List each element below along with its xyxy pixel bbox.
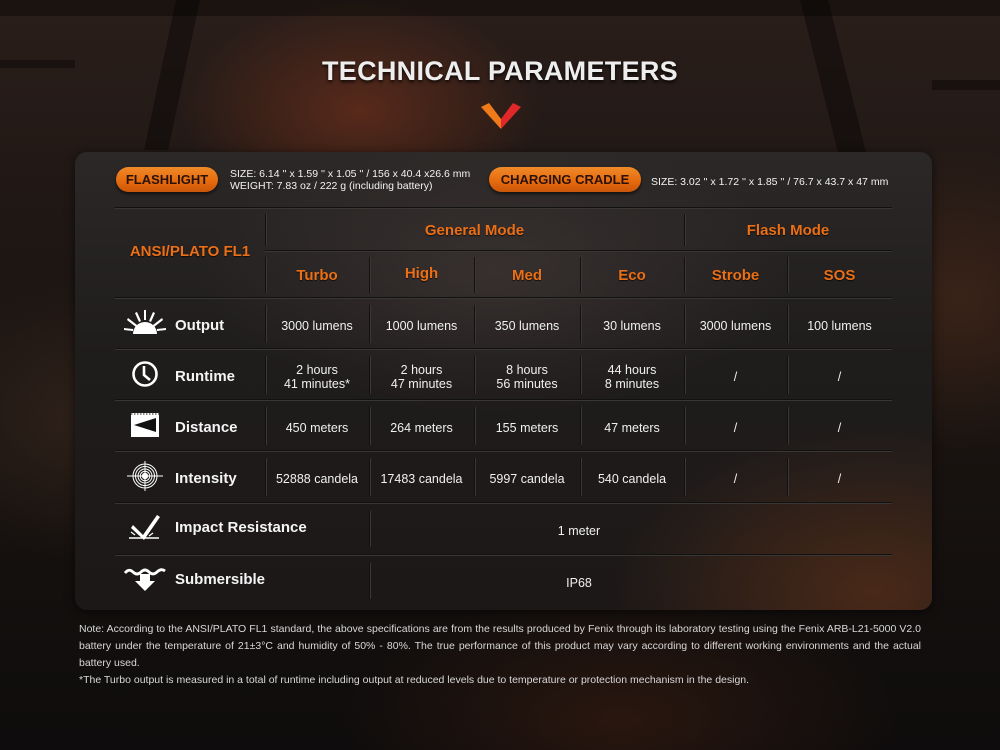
sun-rays-icon <box>123 308 167 338</box>
table-cell: 30 lumens <box>580 319 684 333</box>
clock-icon <box>123 359 167 389</box>
chevron-down-icon <box>481 103 521 129</box>
table-cell: 8 hours 56 minutes <box>474 363 580 391</box>
table-cell: 1000 lumens <box>369 319 474 333</box>
divider <box>115 502 892 504</box>
beam-distance-icon <box>123 410 167 440</box>
table-cell: / <box>684 421 787 435</box>
table-cell: 52888 candela <box>265 472 369 486</box>
cell-line: 540 candela <box>597 472 667 486</box>
cell-line: 3000 lumens <box>699 319 772 333</box>
cell-line: 5997 candela <box>489 472 565 486</box>
divider <box>115 207 892 209</box>
divider <box>265 250 892 252</box>
mode-header-sos: SOS <box>823 267 856 284</box>
cell-line: 8 hours <box>506 363 548 377</box>
cell-line: 350 lumens <box>494 319 560 333</box>
table-cell: 2 hours 47 minutes <box>369 363 474 391</box>
divider <box>115 297 892 299</box>
table-cell: / <box>787 421 892 435</box>
cell-line: / <box>733 370 738 384</box>
cell-line: 52888 candela <box>275 472 359 486</box>
divider <box>115 348 892 350</box>
row-label-distance: Distance <box>175 419 238 436</box>
table-cell-span: 1 meter <box>557 524 601 538</box>
cell-line: 100 lumens <box>807 319 872 333</box>
group-general-mode: General Mode <box>424 222 525 239</box>
table-cell: 450 meters <box>265 421 369 435</box>
table-cell: 540 candela <box>580 472 684 486</box>
row-label-submersible: Submersible <box>175 571 266 588</box>
row-label-runtime: Runtime <box>175 368 235 385</box>
cradle-size: SIZE: 3.02 '' x 1.72 '' x 1.85 '' / 76.7… <box>651 176 889 188</box>
cell-line: 155 meters <box>495 421 559 435</box>
page-title: TECHNICAL PARAMETERS <box>321 56 678 86</box>
divider <box>115 554 892 556</box>
mode-header-high: High <box>404 265 439 282</box>
cell-line: 264 meters <box>390 421 453 435</box>
table-cell: 155 meters <box>474 421 580 435</box>
flashlight-size: SIZE: 6.14 '' x 1.59 '' x 1.05 '' / 156 … <box>230 168 471 180</box>
cell-line: 8 minutes <box>604 377 660 391</box>
cell-line: 3000 lumens <box>281 319 353 333</box>
table-cell: / <box>684 472 787 486</box>
table-cell: / <box>684 370 787 384</box>
flashlight-badge: FLASHLIGHT <box>116 167 218 192</box>
table-cell: 3000 lumens <box>265 319 369 333</box>
table-cell: / <box>787 370 892 384</box>
cell-line: / <box>837 370 842 384</box>
note-text: Note: According to the ANSI/PLATO FL1 st… <box>79 623 921 669</box>
cell-line: 30 lumens <box>603 319 661 333</box>
turbo-footnote: *The Turbo output is measured in a total… <box>79 674 750 686</box>
mode-header-med: Med <box>512 267 542 284</box>
table-cell: 47 meters <box>580 421 684 435</box>
mode-header-turbo: Turbo <box>296 267 338 284</box>
cell-line: / <box>837 472 842 486</box>
cell-line: / <box>837 421 842 435</box>
charging-cradle-badge: CHARGING CRADLE <box>489 167 641 192</box>
cell-line: 2 hours <box>296 363 338 377</box>
mode-header-strobe: Strobe <box>711 267 760 284</box>
impact-check-icon <box>123 511 167 541</box>
table-cell: 44 hours 8 minutes <box>580 363 684 391</box>
cell-line: 1000 lumens <box>385 319 458 333</box>
cell-line: 41 minutes* <box>283 377 350 391</box>
row-label-impact-resistance: Impact Resistance <box>175 519 307 536</box>
standard-label: ANSI/PLATO FL1 <box>129 243 251 260</box>
table-cell: 3000 lumens <box>684 319 787 333</box>
cell-line: 17483 candela <box>380 472 463 486</box>
table-cell: 5997 candela <box>474 472 580 486</box>
cell-line: 56 minutes <box>496 377 558 391</box>
submersible-icon <box>123 563 167 593</box>
table-cell: 264 meters <box>369 421 474 435</box>
cell-line: / <box>733 421 738 435</box>
cell-line: 47 minutes <box>390 377 453 391</box>
row-label-output: Output <box>175 317 225 334</box>
table-cell-span: IP68 <box>566 576 592 590</box>
cell-line: 47 meters <box>604 421 660 435</box>
cell-line: 44 hours <box>607 363 657 377</box>
flashlight-weight: WEIGHT: 7.83 oz / 222 g (including batte… <box>230 180 433 192</box>
divider <box>115 450 892 452</box>
footnote-block: Note: According to the ANSI/PLATO FL1 st… <box>79 621 921 689</box>
table-cell: 100 lumens <box>787 319 892 333</box>
target-icon <box>123 461 167 491</box>
cell-line: / <box>733 472 738 486</box>
table-cell: / <box>787 472 892 486</box>
table-cell: 350 lumens <box>474 319 580 333</box>
cell-line: 450 meters <box>285 421 349 435</box>
table-cell: 17483 candela <box>369 472 474 486</box>
table-cell: 2 hours 41 minutes* <box>265 363 369 391</box>
cell-line: 2 hours <box>400 363 443 377</box>
row-label-intensity: Intensity <box>175 470 237 487</box>
divider <box>115 399 892 401</box>
mode-header-eco: Eco <box>618 267 646 284</box>
group-flash-mode: Flash Mode <box>746 222 830 239</box>
